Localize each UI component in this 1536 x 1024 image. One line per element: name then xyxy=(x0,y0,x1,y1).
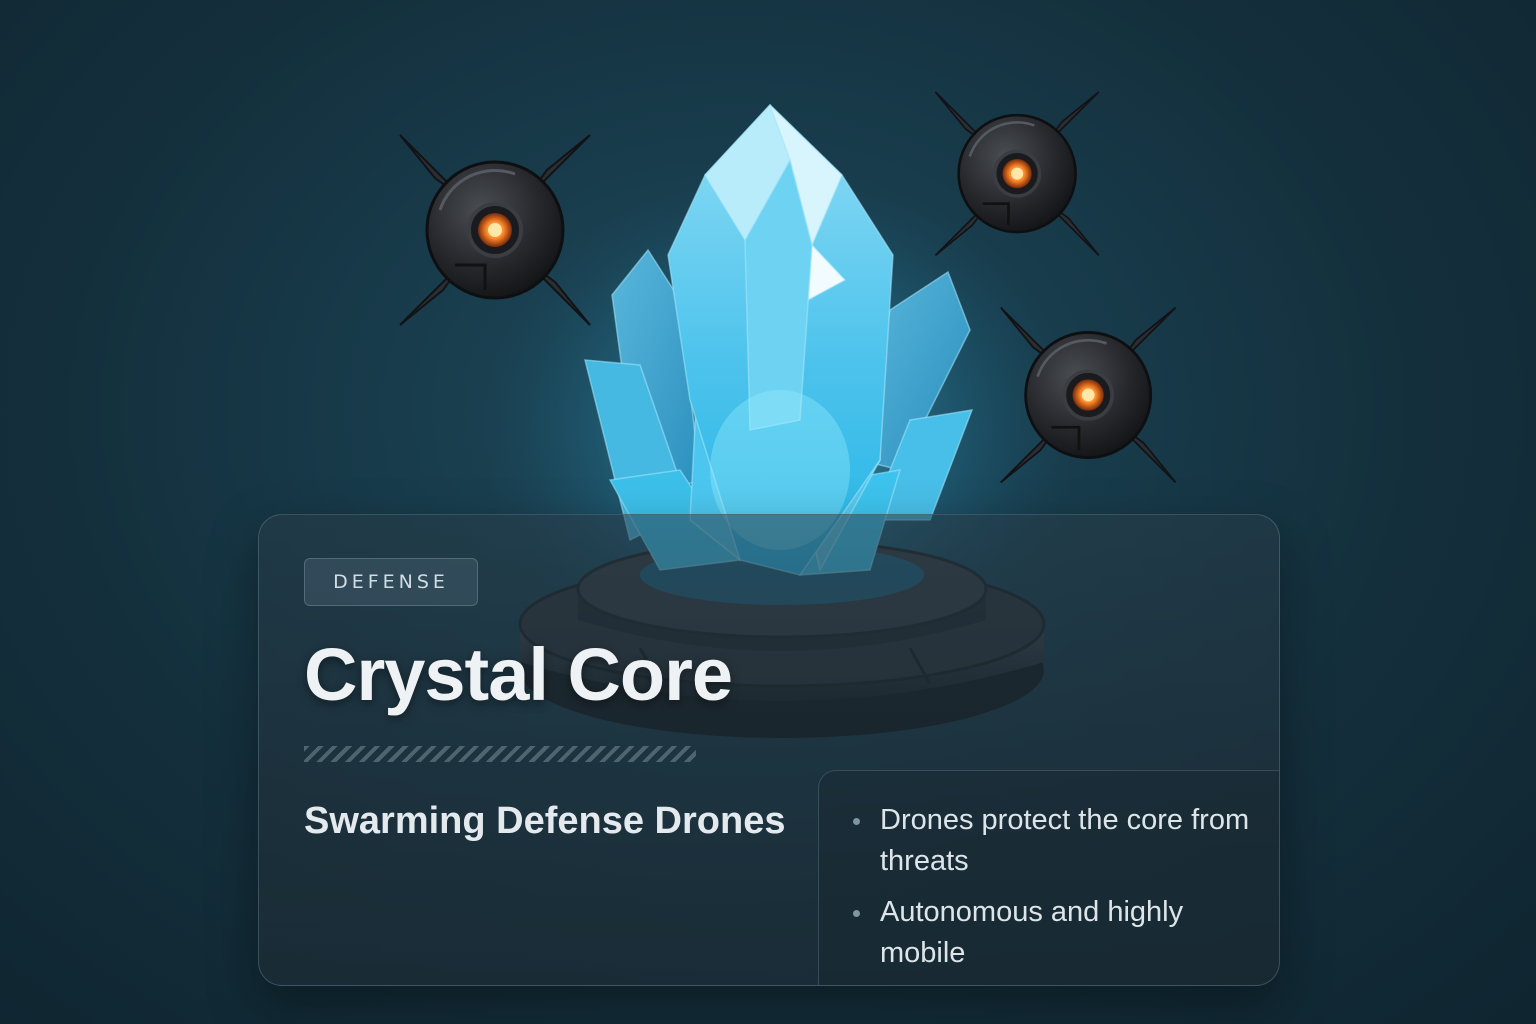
feature-list: Drones protect the core from threats Aut… xyxy=(850,800,1250,984)
list-item: Autonomous and highly mobile xyxy=(850,892,1250,974)
drone-icon xyxy=(933,90,1101,258)
crystal-icon xyxy=(584,103,974,576)
bullet-icon xyxy=(853,910,860,917)
hatched-divider xyxy=(304,746,696,762)
list-item-text: Autonomous and highly mobile xyxy=(880,896,1184,969)
category-badge: DEFENSE xyxy=(304,558,478,606)
list-item: Drones protect the core from threats xyxy=(850,800,1250,882)
drone-icon xyxy=(398,133,592,327)
list-item-text: Drones protect the core from threats xyxy=(880,804,1250,877)
card-subtitle: Swarming Defense Drones xyxy=(304,800,786,842)
bullet-icon xyxy=(853,818,860,825)
card-title: Crystal Core xyxy=(304,633,733,716)
drone-icon xyxy=(998,305,1178,485)
